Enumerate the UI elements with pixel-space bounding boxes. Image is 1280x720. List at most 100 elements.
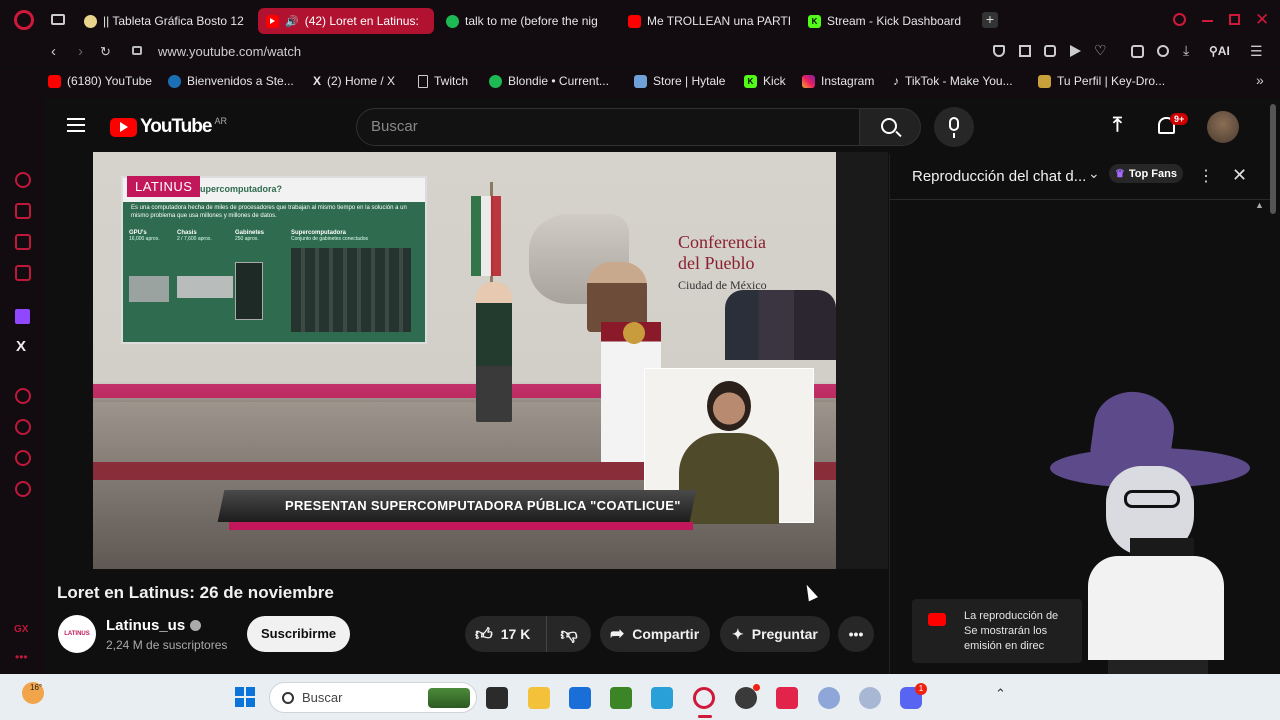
windows-start-icon[interactable]: [235, 687, 255, 707]
slide-col: Chasis 2 / 7,600 aprox.: [177, 230, 241, 298]
youtube-logo-text: YouTube: [140, 116, 212, 137]
aria-icon[interactable]: [15, 172, 31, 188]
bookmark-youtube[interactable]: (6180) YouTube: [48, 74, 152, 88]
slide-screen: supercomputadora? Es una computadora hec…: [121, 176, 427, 344]
channel-name-label: Latinus_us: [106, 617, 186, 634]
minimize-button[interactable]: [1202, 20, 1213, 22]
account-avatar[interactable]: [1207, 111, 1239, 143]
more-icon[interactable]: •••: [15, 650, 28, 664]
forward-icon[interactable]: ›: [78, 43, 83, 60]
workspace-icon[interactable]: [15, 234, 31, 250]
bookmark-tiktok[interactable]: ♪ TikTok - Make You...: [893, 74, 1013, 88]
steam-icon: [168, 74, 181, 88]
search-button[interactable]: [859, 108, 921, 146]
vtube-studio-icon[interactable]: [818, 687, 840, 709]
chevron-down-icon[interactable]: ⌄: [1088, 165, 1100, 182]
store-icon[interactable]: [15, 203, 31, 219]
history-icon[interactable]: [15, 419, 31, 435]
adblock-icon[interactable]: [1044, 45, 1056, 57]
twitch-icon[interactable]: [15, 309, 30, 324]
gx-icon[interactable]: GX: [14, 624, 28, 635]
opera-gx-taskbar-icon[interactable]: [693, 687, 715, 709]
messenger-icon[interactable]: [15, 265, 31, 281]
close-window-button[interactable]: ✕: [1255, 10, 1269, 30]
network-app-icon[interactable]: [859, 687, 881, 709]
top-fans-chip[interactable]: ♛ Top Fans: [1109, 164, 1183, 183]
bookmarks-overflow-icon[interactable]: »: [1256, 72, 1264, 88]
new-tab-button[interactable]: +: [982, 12, 998, 28]
heart-icon[interactable]: ♡: [1094, 42, 1107, 59]
profile-icon[interactable]: [1157, 45, 1169, 57]
tab-trollean[interactable]: Me TROLLEAN una PARTI: [620, 8, 796, 34]
bookmark-spotify[interactable]: Blondie • Current...: [489, 74, 609, 88]
search-input[interactable]: Buscar: [356, 108, 860, 146]
bookmark-hytale[interactable]: Store | Hytale: [634, 74, 725, 88]
bookmark-twitch[interactable]: Twitch: [418, 74, 468, 88]
chat-scroll-up-icon[interactable]: ▲: [1255, 200, 1264, 210]
chat-header: Reproducción del chat d... ⌄ ♛ Top Fans …: [890, 154, 1271, 200]
more-actions-button[interactable]: •••: [838, 616, 874, 652]
like-button[interactable]: 👍︎ 17 K: [465, 616, 547, 652]
search-tabs-icon[interactable]: [1173, 13, 1186, 26]
bookmark-kick[interactable]: K Kick: [744, 74, 786, 88]
search-icon: [282, 691, 294, 704]
bookmark-instagram[interactable]: Instagram: [802, 74, 874, 88]
download-icon[interactable]: ⤓: [1183, 42, 1189, 59]
ai-label: AI: [1217, 44, 1230, 58]
slide-description: Es una computadora hecha de miles de pro…: [131, 205, 407, 219]
bookmark-label: Blondie • Current...: [508, 74, 609, 88]
tab-islands-icon[interactable]: [51, 14, 65, 25]
subscribe-button[interactable]: Suscribirme: [247, 616, 351, 652]
chat-title[interactable]: Reproducción del chat d...: [912, 168, 1086, 185]
close-chat-icon[interactable]: ✕: [1232, 165, 1247, 186]
x-icon[interactable]: X: [16, 338, 26, 355]
hamburger-menu-icon[interactable]: [67, 118, 85, 132]
bookmark-x[interactable]: X (2) Home / X: [313, 74, 395, 88]
back-icon[interactable]: ‹: [51, 43, 56, 60]
tray-chevron-up-icon[interactable]: ⌃: [995, 686, 1006, 702]
channel-avatar-text: LATINUS: [64, 631, 90, 637]
taskbar-search[interactable]: Buscar: [269, 682, 477, 713]
upload-icon[interactable]: ⤒: [1113, 114, 1122, 137]
youtube-icon: [628, 14, 641, 28]
minecraft-icon[interactable]: [610, 687, 632, 709]
channel-avatar[interactable]: LATINUS: [58, 615, 96, 653]
chat-more-icon[interactable]: ⋮: [1198, 166, 1214, 186]
extensions-rail-icon[interactable]: [15, 450, 31, 466]
file-explorer-icon[interactable]: [528, 687, 550, 709]
tab-loret-latinus[interactable]: 🔊 (42) Loret en Latinus:: [258, 8, 434, 34]
share-button[interactable]: ➦ Compartir: [600, 616, 710, 652]
slide-col-body: 2 / 7,600 aprox.: [177, 236, 212, 242]
pin-icon[interactable]: [993, 45, 1005, 57]
tab-spotify[interactable]: talk to me (before the nig: [438, 8, 616, 34]
tiktok-studio-icon[interactable]: [776, 687, 798, 709]
reload-icon[interactable]: ↻: [100, 44, 111, 60]
youtube-logo[interactable]: YouTube AR: [110, 116, 227, 138]
voice-search-button[interactable]: [934, 107, 974, 147]
page-scrollbar[interactable]: [1270, 104, 1276, 214]
play-icon[interactable]: [1070, 45, 1081, 57]
settings-icon[interactable]: [15, 481, 31, 497]
store-app-icon[interactable]: [569, 687, 591, 709]
opera-logo-icon[interactable]: [14, 10, 34, 30]
bookmark-steam[interactable]: Bienvenidos a Ste...: [168, 74, 294, 88]
speaker-icon[interactable]: 🔊: [285, 15, 299, 28]
maximize-button[interactable]: [1229, 14, 1240, 25]
aria-ai-button[interactable]: ⚲AI: [1209, 44, 1230, 58]
discord-badge: 1: [915, 683, 927, 695]
snapshot-icon[interactable]: [1019, 45, 1031, 57]
video-player[interactable]: supercomputadora? Es una computadora hec…: [93, 152, 836, 569]
menu-icon[interactable]: ☰: [1250, 43, 1263, 60]
channel-name[interactable]: Latinus_us: [106, 617, 202, 634]
tab-tableta[interactable]: || Tableta Gráfica Bosto 12: [76, 8, 248, 34]
extensions-icon[interactable]: [1131, 45, 1144, 58]
ask-button[interactable]: ✦ Preguntar: [720, 616, 830, 652]
url-field[interactable]: www.youtube.com/watch: [158, 44, 301, 59]
dislike-button[interactable]: 👎︎: [547, 624, 591, 645]
player-icon[interactable]: [15, 388, 31, 404]
youtube-icon: [266, 14, 279, 28]
photos-icon[interactable]: [651, 687, 673, 709]
task-view-icon[interactable]: [486, 687, 508, 709]
bookmark-keydrop[interactable]: Tu Perfil | Key-Dro...: [1038, 74, 1165, 88]
tab-kick[interactable]: K Stream - Kick Dashboard: [800, 8, 976, 34]
